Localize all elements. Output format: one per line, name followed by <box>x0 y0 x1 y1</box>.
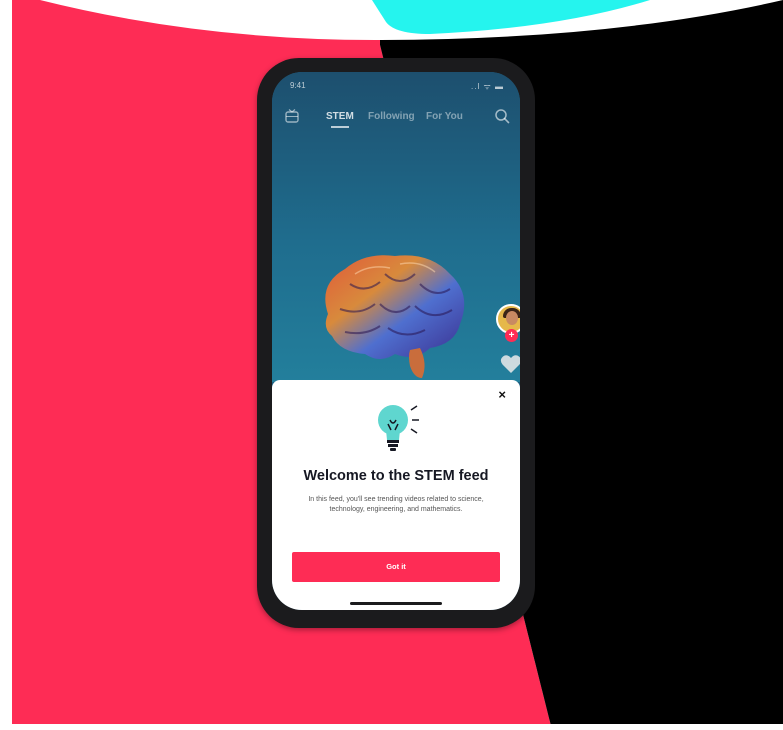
got-it-button[interactable]: Got it <box>292 552 500 582</box>
top-navigation: STEM Following For You <box>272 108 520 128</box>
home-indicator[interactable] <box>350 602 442 605</box>
modal-description: In this feed, you'll see trending videos… <box>308 496 484 513</box>
modal-title: Welcome to the STEM feed <box>303 468 489 484</box>
close-icon[interactable]: × <box>498 388 506 401</box>
tab-following[interactable]: Following <box>368 111 415 122</box>
heart-icon[interactable] <box>500 354 520 374</box>
search-icon[interactable] <box>494 108 510 124</box>
video-player[interactable]: 9:41 ..l ᯤ ▬ STEM Following For You + <box>272 72 520 382</box>
welcome-modal: × Welcome to the STEM feed In this feed,… <box>272 380 520 610</box>
status-time: 9:41 <box>290 81 306 90</box>
brain-icon <box>325 255 465 378</box>
phone-mockup: 9:41 ..l ᯤ ▬ STEM Following For You + × … <box>257 58 535 628</box>
tab-for-you[interactable]: For You <box>426 111 463 122</box>
tab-stem[interactable]: STEM <box>326 111 354 128</box>
phone-screen: 9:41 ..l ᯤ ▬ STEM Following For You + × … <box>272 72 520 610</box>
follow-button[interactable]: + <box>505 329 518 342</box>
status-bar: 9:41 ..l ᯤ ▬ <box>286 81 506 93</box>
lightbulb-icon <box>378 405 419 451</box>
tv-icon[interactable] <box>284 108 300 124</box>
status-indicators: ..l ᯤ ▬ <box>471 82 504 91</box>
marketing-stage: 9:41 ..l ᯤ ▬ STEM Following For You + × … <box>0 0 783 730</box>
